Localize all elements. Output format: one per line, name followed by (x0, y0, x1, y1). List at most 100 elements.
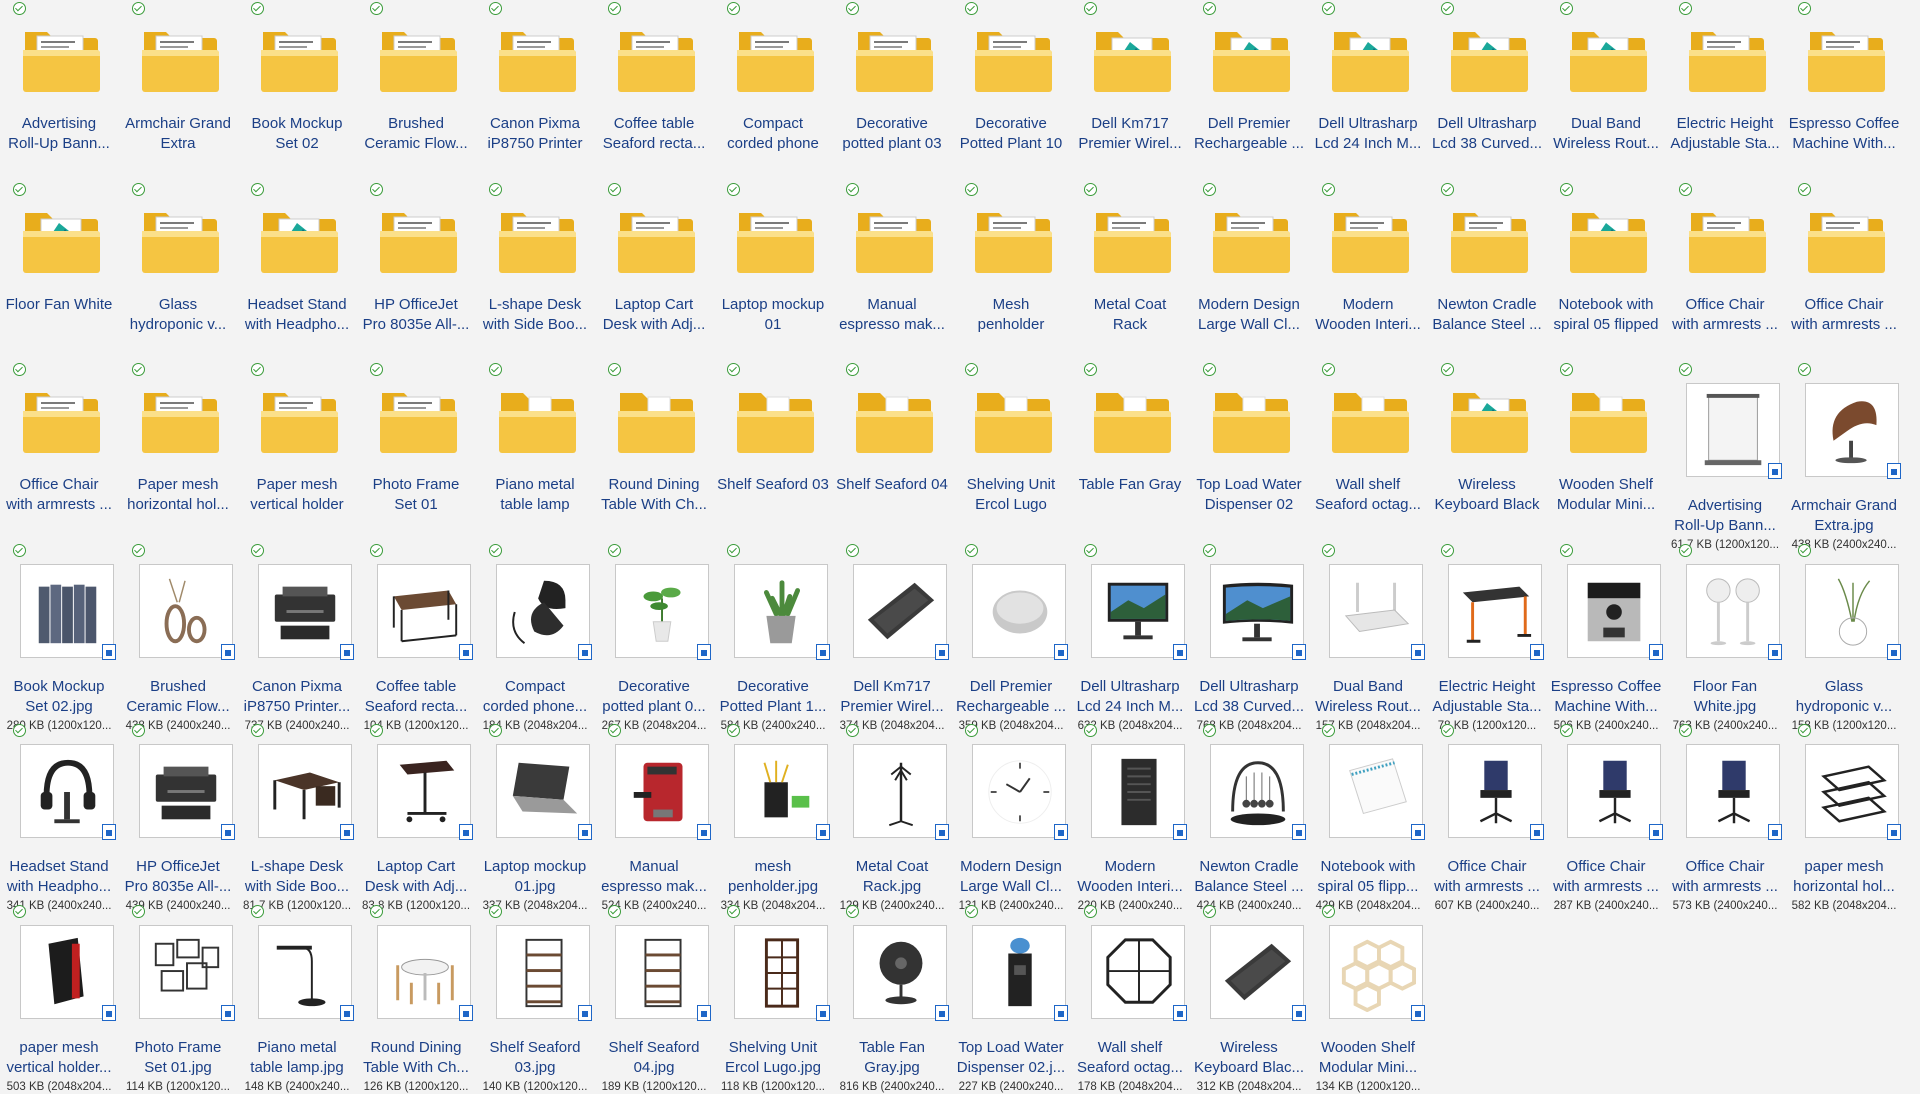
folder-item[interactable]: Office Chair with armrests ... (0, 361, 118, 541)
item-name-line-1: Table Fan (859, 1038, 925, 1056)
folder-item[interactable]: Top Load Water Dispenser 02 (1190, 361, 1308, 541)
image-file-item[interactable]: paper mesh vertical holder... 503 KB (2048… (0, 903, 118, 1093)
folder-item[interactable]: Book Mockup Set 02 (238, 0, 356, 180)
image-file-item[interactable]: Newton Cradle Balance Steel ... 424 KB (24… (1190, 722, 1308, 912)
image-file-item[interactable]: Dell Ultrasharp Lcd 38 Curved... 768 KB (2… (1190, 542, 1308, 732)
image-file-item[interactable]: Office Chair with armrests ... 287 KB (240… (1547, 722, 1665, 912)
image-file-item[interactable]: Office Chair with armrests ... 607 KB (240… (1428, 722, 1546, 912)
image-file-item[interactable]: L-shape Desk with Side Boo... 81.7 KB (120… (238, 722, 356, 912)
image-file-item[interactable]: Decorative potted plant 0... 267 KB (2048x… (595, 542, 713, 732)
image-file-item[interactable]: Headset Stand with Headpho... 341 KB (2400… (0, 722, 118, 912)
folder-item[interactable]: Notebook with spiral 05 flipped (1547, 181, 1665, 361)
image-file-item[interactable]: Table Fan Gray.jpg 816 KB (2400x240... (833, 903, 951, 1093)
folder-item[interactable]: Office Chair with armrests ... (1666, 181, 1784, 361)
folder-item[interactable]: Paper mesh vertical holder (238, 361, 356, 541)
item-name: Office Chair with armrests ... (1428, 857, 1546, 897)
image-file-item[interactable]: Piano metal table lamp.jpg 148 KB (2400x24… (238, 903, 356, 1093)
image-file-item[interactable]: Floor Fan White.jpg 763 KB (2400x240... (1666, 542, 1784, 732)
folder-item[interactable]: Metal Coat Rack (1071, 181, 1189, 361)
image-file-item[interactable]: HP OfficeJet Pro 8035e All-... 439 KB (240… (119, 722, 237, 912)
folder-item[interactable]: Shelf Seaford 03 (714, 361, 832, 541)
folder-item[interactable]: Shelving Unit Ercol Lugo (952, 361, 1070, 541)
folder-item[interactable]: Newton Cradle Balance Steel ... (1428, 181, 1546, 361)
image-file-item[interactable]: Dual Band Wireless Rout... 157 KB (2048x20… (1309, 542, 1427, 732)
image-file-item[interactable]: Laptop Cart Desk with Adj... 83.8 KB (1200… (357, 722, 475, 912)
image-file-item[interactable]: Shelf Seaford 03.jpg 140 KB (1200x120... (476, 903, 594, 1093)
image-file-item[interactable]: Shelf Seaford 04.jpg 189 KB (1200x120... (595, 903, 713, 1093)
folder-item[interactable]: Wooden Shelf Modular Mini... (1547, 361, 1665, 541)
image-file-item[interactable]: Metal Coat Rack.jpg 129 KB (2400x240... (833, 722, 951, 912)
image-file-type-icon (935, 824, 949, 840)
image-file-item[interactable]: Glass hydroponic v... 158 KB (1200x120... (1785, 542, 1903, 732)
image-file-item[interactable]: Dell Km717 Premier Wirel... 374 KB (2048x2… (833, 542, 951, 732)
image-file-item[interactable]: Modern Design Large Wall Cl... 131 KB (240… (952, 722, 1070, 912)
item-name-line-1: Dell Ultrasharp (1199, 677, 1299, 695)
folder-item[interactable]: Laptop Cart Desk with Adj... (595, 181, 713, 361)
image-file-item[interactable]: Modern Wooden Interi... 220 KB (2400x240..… (1071, 722, 1189, 912)
image-file-item[interactable]: Office Chair with armrests ... 573 KB (240… (1666, 722, 1784, 912)
folder-item[interactable]: Office Chair with armrests ... (1785, 181, 1903, 361)
image-file-item[interactable]: Wireless Keyboard Blac... 312 KB (2048x204… (1190, 903, 1308, 1093)
folder-item[interactable]: Decorative Potted Plant 10 (952, 0, 1070, 180)
image-file-item[interactable]: Electric Height Adjustable Sta... 78 KB (1… (1428, 542, 1546, 732)
folder-item[interactable]: Advertising Roll-Up Bann... (0, 0, 118, 180)
folder-item[interactable]: Round Dining Table With Ch... (595, 361, 713, 541)
folder-item[interactable]: Modern Design Large Wall Cl... (1190, 181, 1308, 361)
image-file-item[interactable]: paper mesh horizontal hol... 582 KB (2048x… (1785, 722, 1903, 912)
folder-item[interactable]: Brushed Ceramic Flow... (357, 0, 475, 180)
folder-item[interactable]: Floor Fan White (0, 181, 118, 361)
folder-item[interactable]: Photo Frame Set 01 (357, 361, 475, 541)
folder-item[interactable]: Dual Band Wireless Rout... (1547, 0, 1665, 180)
image-file-item[interactable]: Shelving Unit Ercol Lugo.jpg 118 KB (1200x… (714, 903, 832, 1093)
image-file-item[interactable]: Notebook with spiral 05 flipp... 429 KB (2… (1309, 722, 1427, 912)
folder-item[interactable]: Laptop mockup 01 (714, 181, 832, 361)
folder-item[interactable]: L-shape Desk with Side Boo... (476, 181, 594, 361)
folder-item[interactable]: Dell Premier Rechargeable ... (1190, 0, 1308, 180)
image-file-item[interactable]: Armchair Grand Extra.jpg 438 KB (2400x240.… (1785, 361, 1903, 551)
folder-item[interactable]: Canon Pixma iP8750 Printer (476, 0, 594, 180)
image-file-item[interactable]: Dell Premier Rechargeable ... 359 KB (2048… (952, 542, 1070, 732)
image-file-item[interactable]: Wooden Shelf Modular Mini... 134 KB (1200x… (1309, 903, 1427, 1093)
image-file-item[interactable]: Manual espresso mak... 524 KB (2400x240... (595, 722, 713, 912)
folder-item[interactable]: Dell Ultrasharp Lcd 38 Curved... (1428, 0, 1546, 180)
image-file-item[interactable]: mesh penholder.jpg 334 KB (2048x204... (714, 722, 832, 912)
image-file-item[interactable]: Top Load Water Dispenser 02.j... 227 KB (2… (952, 903, 1070, 1093)
folder-item[interactable]: Table Fan Gray (1071, 361, 1189, 541)
item-name: Book Mockup Set 02.jpg (0, 677, 118, 717)
image-file-item[interactable]: Brushed Ceramic Flow... 438 KB (2400x240..… (119, 542, 237, 732)
folder-empty-icon (1090, 383, 1172, 465)
folder-item[interactable]: Manual espresso mak... (833, 181, 951, 361)
folder-item[interactable]: HP OfficeJet Pro 8035e All-... (357, 181, 475, 361)
image-file-item[interactable]: Espresso Coffee Machine With... 506 KB (24… (1547, 542, 1665, 732)
image-file-item[interactable]: Photo Frame Set 01.jpg 114 KB (1200x120... (119, 903, 237, 1093)
image-file-item[interactable]: Coffee table Seaford recta... 104 KB (1200… (357, 542, 475, 732)
thumbnail (972, 563, 1068, 660)
image-file-item[interactable]: Decorative Potted Plant 1... 584 KB (2400x… (714, 542, 832, 732)
folder-item[interactable]: Dell Ultrasharp Lcd 24 Inch M... (1309, 0, 1427, 180)
folder-item[interactable]: Glass hydroponic v... (119, 181, 237, 361)
file-size-dimensions: 126 KB (1200x120... (363, 1080, 469, 1093)
folder-item[interactable]: Coffee table Seaford recta... (595, 0, 713, 180)
folder-item[interactable]: Compact corded phone (714, 0, 832, 180)
image-file-item[interactable]: Canon Pixma iP8750 Printer... 737 KB (2400… (238, 542, 356, 732)
image-file-item[interactable]: Compact corded phone... 184 KB (2048x204..… (476, 542, 594, 732)
folder-item[interactable]: Headset Stand with Headpho... (238, 181, 356, 361)
folder-item[interactable]: Armchair Grand Extra (119, 0, 237, 180)
folder-item[interactable]: Piano metal table lamp (476, 361, 594, 541)
folder-item[interactable]: Dell Km717 Premier Wirel... (1071, 0, 1189, 180)
folder-item[interactable]: Modern Wooden Interi... (1309, 181, 1427, 361)
folder-item[interactable]: Decorative potted plant 03 (833, 0, 951, 180)
folder-item[interactable]: Wireless Keyboard Black (1428, 361, 1546, 541)
folder-item[interactable]: Shelf Seaford 04 (833, 361, 951, 541)
image-file-item[interactable]: Advertising Roll-Up Bann... 61.7 KB (1200x… (1666, 361, 1784, 551)
folder-item[interactable]: Wall shelf Seaford octag... (1309, 361, 1427, 541)
folder-item[interactable]: Paper mesh horizontal hol... (119, 361, 237, 541)
folder-item[interactable]: Espresso Coffee Machine With... (1785, 0, 1903, 180)
image-file-item[interactable]: Laptop mockup 01.jpg 337 KB (2048x204... (476, 722, 594, 912)
folder-item[interactable]: Mesh penholder (952, 181, 1070, 361)
image-file-item[interactable]: Dell Ultrasharp Lcd 24 Inch M... 632 KB (2… (1071, 542, 1189, 732)
image-file-item[interactable]: Book Mockup Set 02.jpg 280 KB (1200x120... (0, 542, 118, 732)
folder-item[interactable]: Electric Height Adjustable Sta... (1666, 0, 1784, 180)
image-file-item[interactable]: Round Dining Table With Ch... 126 KB (1200… (357, 903, 475, 1093)
image-file-item[interactable]: Wall shelf Seaford octag... 178 KB (2048x2… (1071, 903, 1189, 1093)
